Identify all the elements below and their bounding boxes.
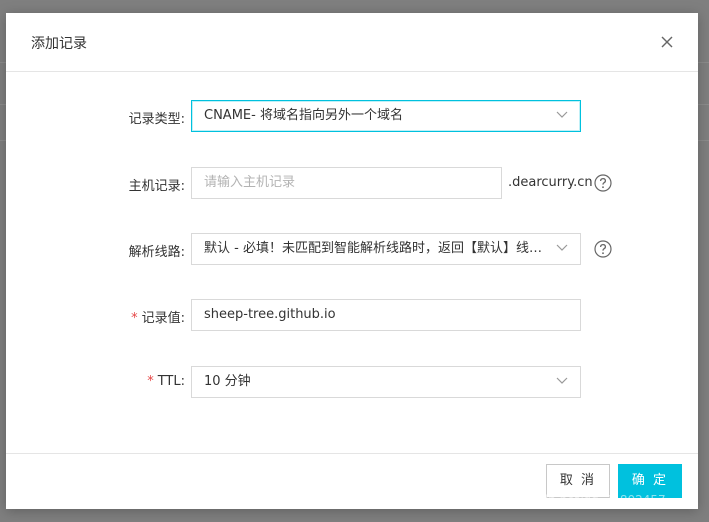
domain-suffix: .dearcurry.cn [508, 175, 593, 190]
dialog-title: 添加记录 [31, 36, 87, 52]
close-icon[interactable] [658, 33, 676, 51]
record-value-input[interactable] [204, 300, 568, 329]
record-type-value: CNAME- 将域名指向另外一个域名 [204, 108, 403, 123]
chevron-down-icon [556, 111, 568, 118]
resolution-line-select[interactable]: 默认 - 必填！未匹配到智能解析线路时，返回【默认】线路... [191, 233, 581, 265]
help-icon[interactable] [594, 240, 612, 258]
required-mark: * [131, 311, 138, 326]
ttl-row: * TTL: 10 分钟 [6, 366, 698, 400]
record-value-row: * 记录值: [6, 299, 698, 333]
host-record-label: 主机记录: [128, 179, 185, 194]
dialog-header: 添加记录 [6, 13, 698, 72]
resolution-line-value: 默认 - 必填！未匹配到智能解析线路时，返回【默认】线路... [204, 241, 544, 256]
record-type-select[interactable]: CNAME- 将域名指向另外一个域名 [191, 100, 581, 132]
resolution-line-label: 解析线路: [128, 245, 185, 260]
host-record-row: 主机记录: .dearcurry.cn [6, 167, 698, 201]
host-record-field [191, 167, 502, 199]
host-record-input[interactable] [204, 168, 489, 197]
resolution-line-row: 解析线路: 默认 - 必填！未匹配到智能解析线路时，返回【默认】线路... [6, 233, 698, 267]
record-value-field [191, 299, 581, 331]
help-icon[interactable] [594, 174, 612, 192]
record-type-label: 记录类型: [128, 112, 185, 127]
record-value-label: * 记录值: [6, 307, 185, 326]
ttl-label-text: TTL: [157, 374, 185, 389]
watermark: https://blog.csdn.net/qq_34802457 [455, 493, 666, 507]
record-type-row: 记录类型: CNAME- 将域名指向另外一个域名 [6, 100, 698, 134]
ttl-select[interactable]: 10 分钟 [191, 366, 581, 398]
ttl-value: 10 分钟 [204, 374, 251, 389]
ttl-label: * TTL: [6, 374, 185, 389]
chevron-down-icon [556, 377, 568, 384]
required-mark: * [147, 374, 154, 389]
record-value-label-text: 记录值: [141, 311, 185, 326]
add-record-dialog: 添加记录 记录类型: CNAME- 将域名指向另外一个域名 主机记录: .dea… [6, 13, 698, 509]
chevron-down-icon [556, 244, 568, 251]
